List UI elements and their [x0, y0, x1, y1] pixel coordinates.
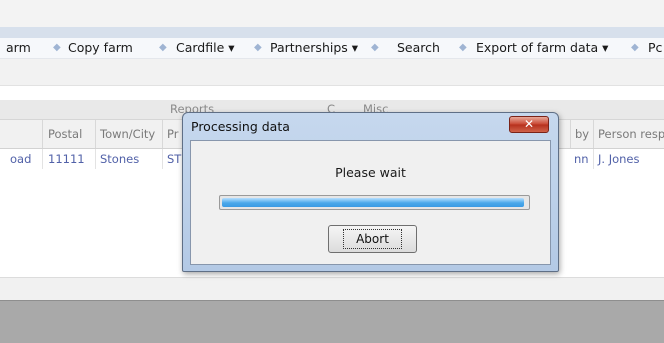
menu-item-farm[interactable]: arm — [6, 38, 31, 58]
menu-separator-icon: ◆ — [254, 42, 262, 53]
grid-footer — [0, 277, 664, 301]
menu-bar: arm ◆ Copy farm ◆ Cardfile ▾ ◆ Partnersh… — [0, 38, 664, 59]
menu-item-export-farm-data[interactable]: Export of farm data ▾ — [476, 38, 608, 58]
column-header-postal[interactable]: Postal — [43, 120, 96, 148]
progress-bar-fill — [222, 198, 524, 207]
menu-separator-icon: ◆ — [631, 42, 639, 53]
menu-item-cardfile[interactable]: Cardfile ▾ — [176, 38, 235, 58]
cell-postal: 11111 — [43, 149, 96, 169]
abort-button-label: Abort — [343, 229, 402, 249]
menu-item-copy-farm[interactable]: Copy farm — [68, 38, 133, 58]
menu-separator-icon: ◆ — [53, 42, 61, 53]
menu-item-search[interactable]: Search — [397, 38, 440, 58]
status-area — [0, 300, 664, 343]
dialog-body: Please wait Abort — [190, 140, 551, 265]
progress-bar — [219, 195, 530, 210]
menu-item-partnerships[interactable]: Partnerships ▾ — [270, 38, 358, 58]
abort-button[interactable]: Abort — [328, 225, 417, 253]
cell-address: oad — [0, 149, 43, 169]
menu-separator-icon: ◆ — [371, 42, 379, 53]
menu-item-partial[interactable]: Pc — [648, 38, 662, 58]
grid-spacer — [0, 86, 664, 100]
cell-person-responsible: J. Jones — [598, 152, 640, 166]
column-header-town[interactable]: Town/City — [96, 120, 163, 148]
window-top-area — [0, 0, 664, 27]
toolbar-row — [0, 59, 664, 86]
close-icon[interactable]: ✕ — [509, 116, 549, 133]
column-header-address[interactable] — [0, 120, 43, 148]
menu-separator-icon: ◆ — [459, 42, 467, 53]
cell-by: nn — [570, 149, 594, 169]
processing-dialog: Processing data ✕ Please wait Abort — [182, 112, 559, 272]
status-message: Please wait — [335, 165, 406, 180]
column-header-by[interactable]: by — [570, 120, 594, 148]
dialog-title: Processing data — [191, 119, 290, 134]
cell-town: Stones — [96, 149, 163, 169]
title-strip — [0, 27, 664, 38]
column-header-person-responsible[interactable]: Person resp — [594, 120, 664, 148]
menu-separator-icon: ◆ — [159, 42, 167, 53]
